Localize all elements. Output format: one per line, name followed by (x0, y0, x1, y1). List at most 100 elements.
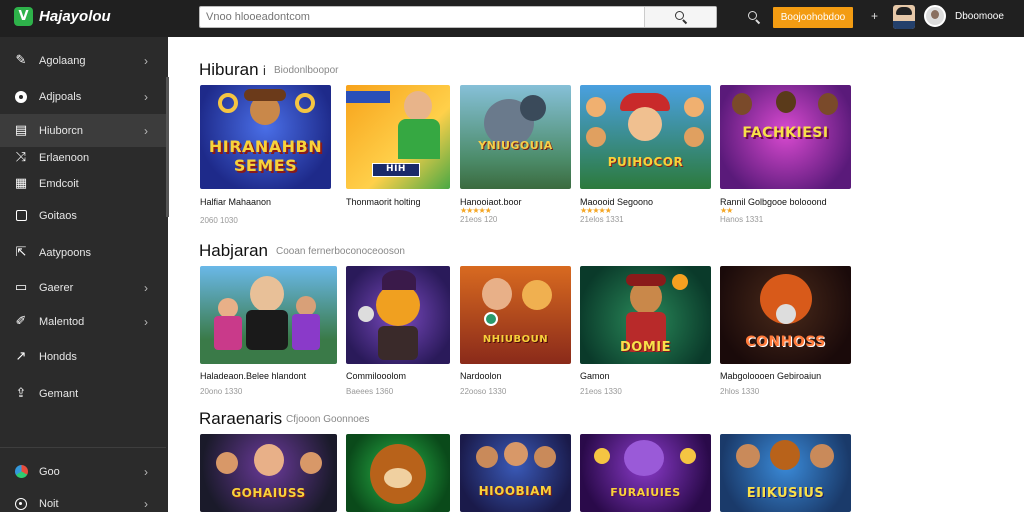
section-subtitle: Cfjooon Goonnoes (286, 414, 370, 425)
game-thumbnail[interactable]: PUIHOCOR (580, 85, 711, 189)
sidebar-item-label: Goitaos (39, 209, 77, 222)
game-art-title: EIIKUSIUS (746, 486, 825, 501)
game-thumbnail[interactable]: HIOOBIAM (460, 434, 571, 512)
section-title: Raraenaris (199, 409, 283, 428)
game-title[interactable]: Haladeaon.Belee hlandont (200, 371, 306, 381)
game-art-title: HIRANAHBN SEMES (208, 137, 323, 175)
game-title[interactable]: Mabgoloooen Gebiroaiun (720, 371, 821, 381)
square-icon (14, 209, 28, 223)
sidebar-item-label: Aatypoons (39, 246, 91, 259)
game-thumbnail[interactable]: EIIKUSIUS (720, 434, 851, 512)
sidebar-item-12[interactable]: Goo › (0, 455, 166, 488)
sidebar: ✎ Agolaang › Adjpoals › ▤ Hiuborcn › ⤨ E… (0, 37, 169, 512)
game-art-title: YNIUGOUIA (478, 139, 553, 152)
sidebar-item-10[interactable]: ↗ Hondds (0, 340, 166, 373)
chevron-right-icon: › (144, 53, 148, 68)
game-art-title: FURAIUIES (610, 486, 681, 499)
pencil-icon: ✎ (15, 53, 27, 68)
rating-stars: ★★★★★ (580, 206, 612, 215)
game-thumbnail[interactable]: HIH (346, 85, 450, 189)
game-meta: Baeees 1360 (346, 387, 394, 396)
rating-stars: ★★★★★ (460, 206, 492, 215)
sidebar-scrollbar[interactable] (166, 77, 169, 217)
sidebar-item-1[interactable]: ✎ Agolaang › (0, 44, 166, 77)
info-icon (14, 497, 28, 511)
upload-icon: ⇪ (15, 386, 27, 401)
game-title[interactable]: Rannil Golbgooe bolooond (720, 197, 827, 207)
chevron-right-icon: › (144, 89, 148, 104)
logo[interactable]: V Hajayolou (14, 7, 111, 26)
game-art-title: NHIUBOUN (482, 334, 549, 345)
section-marker: i (263, 63, 266, 78)
shuffle-icon: ⤨ (15, 150, 27, 165)
game-thumbnail[interactable] (346, 266, 450, 364)
game-meta: 21elos 1331 (580, 215, 624, 224)
header-search-icon[interactable] (748, 11, 761, 25)
game-title[interactable]: Nardoolon (460, 371, 502, 381)
game-art-title: CONHOSS (745, 334, 826, 350)
game-meta: Hanos 1331 (720, 215, 764, 224)
chevron-right-icon: › (144, 464, 148, 479)
game-thumbnail[interactable]: GOHAIUSS (200, 434, 337, 512)
game-art-title: GOHAIUSS (231, 486, 306, 500)
game-thumbnail[interactable]: NHIUBOUN (460, 266, 571, 364)
game-thumbnail[interactable]: CONHOSS (720, 266, 851, 364)
game-title[interactable]: Halfiar Mahaanon (200, 197, 271, 207)
game-thumbnail[interactable]: YNIUGOUIA (460, 85, 571, 189)
sidebar-item-11[interactable]: ⇪ Gemant (0, 377, 166, 410)
sidebar-divider (0, 447, 166, 448)
sidebar-item-9[interactable]: ✐ Malentod › (0, 305, 166, 338)
sidebar-item-label: Gemant (39, 387, 79, 400)
top-bar: V Hajayolou Boojoohobdoo + Dboomooe (0, 0, 1024, 37)
game-thumbnail[interactable]: DOMIE (580, 266, 711, 364)
game-thumbnail[interactable]: FURAIUIES (580, 434, 711, 512)
game-thumbnail[interactable]: HIRANAHBN SEMES (200, 85, 331, 189)
sidebar-item-5[interactable]: ▦ Emdcoit (0, 167, 166, 200)
game-title[interactable]: Thonmaorit holting (346, 197, 421, 207)
search-bar (199, 6, 717, 28)
channel-avatar[interactable] (893, 5, 915, 29)
section-subtitle: Cooan fernerboconoceooson (276, 246, 405, 257)
sidebar-item-8[interactable]: ▭ Gaerer › (0, 271, 166, 304)
sidebar-item-7[interactable]: ⇱ Aatypoons (0, 236, 166, 269)
export-icon: ⇱ (15, 245, 27, 260)
cta-button[interactable]: Boojoohobdoo (773, 7, 853, 28)
game-meta: 2060 1030 (200, 216, 238, 225)
sidebar-item-6[interactable]: Goitaos (0, 199, 166, 232)
chrome-icon (14, 465, 28, 479)
rating-stars: ★★ (720, 206, 733, 215)
game-title[interactable]: Commilooolom (346, 371, 406, 381)
game-title[interactable]: Gamon (580, 371, 610, 381)
game-art-title: HIOOBIAM (478, 484, 553, 498)
game-meta: 21eos 1330 (580, 387, 622, 396)
game-thumbnail[interactable]: FACHKIESI (720, 85, 851, 189)
game-thumbnail[interactable] (200, 266, 337, 364)
chevron-right-icon: › (144, 496, 148, 511)
chevron-right-icon: › (144, 280, 148, 295)
sidebar-item-label: Agolaang (39, 54, 86, 67)
section-title: Habjaran (199, 241, 268, 260)
game-art-title: PUIHOCOR (607, 155, 684, 169)
section-subtitle: Biodonlboopor (274, 65, 339, 76)
game-meta: 21eos 120 (460, 215, 498, 224)
sidebar-item-label: Noit (39, 497, 59, 510)
user-avatar[interactable] (924, 5, 946, 27)
search-input[interactable] (200, 7, 646, 27)
logo-text: Hajayolou (39, 8, 111, 25)
game-thumbnail[interactable] (346, 434, 450, 512)
logo-badge-icon: V (14, 7, 33, 26)
chevron-right-icon: › (144, 314, 148, 329)
search-button[interactable] (644, 7, 716, 27)
sidebar-item-13[interactable]: Noit › (0, 487, 166, 512)
user-name[interactable]: Dboomooe (955, 11, 1004, 22)
grid-icon: ▤ (14, 123, 28, 138)
card-icon: ▭ (14, 280, 28, 295)
add-icon[interactable]: + (871, 9, 878, 23)
game-art-title: FACHKIESI (742, 125, 829, 141)
game-art-title: HIH (386, 164, 406, 174)
sidebar-item-2[interactable]: Adjpoals › (0, 80, 166, 113)
game-meta: 22ooso 1330 (460, 387, 507, 396)
sidebar-item-label: Malentod (39, 315, 85, 328)
sidebar-item-label: Gaerer (39, 281, 74, 294)
sidebar-item-label: Adjpoals (39, 90, 82, 103)
